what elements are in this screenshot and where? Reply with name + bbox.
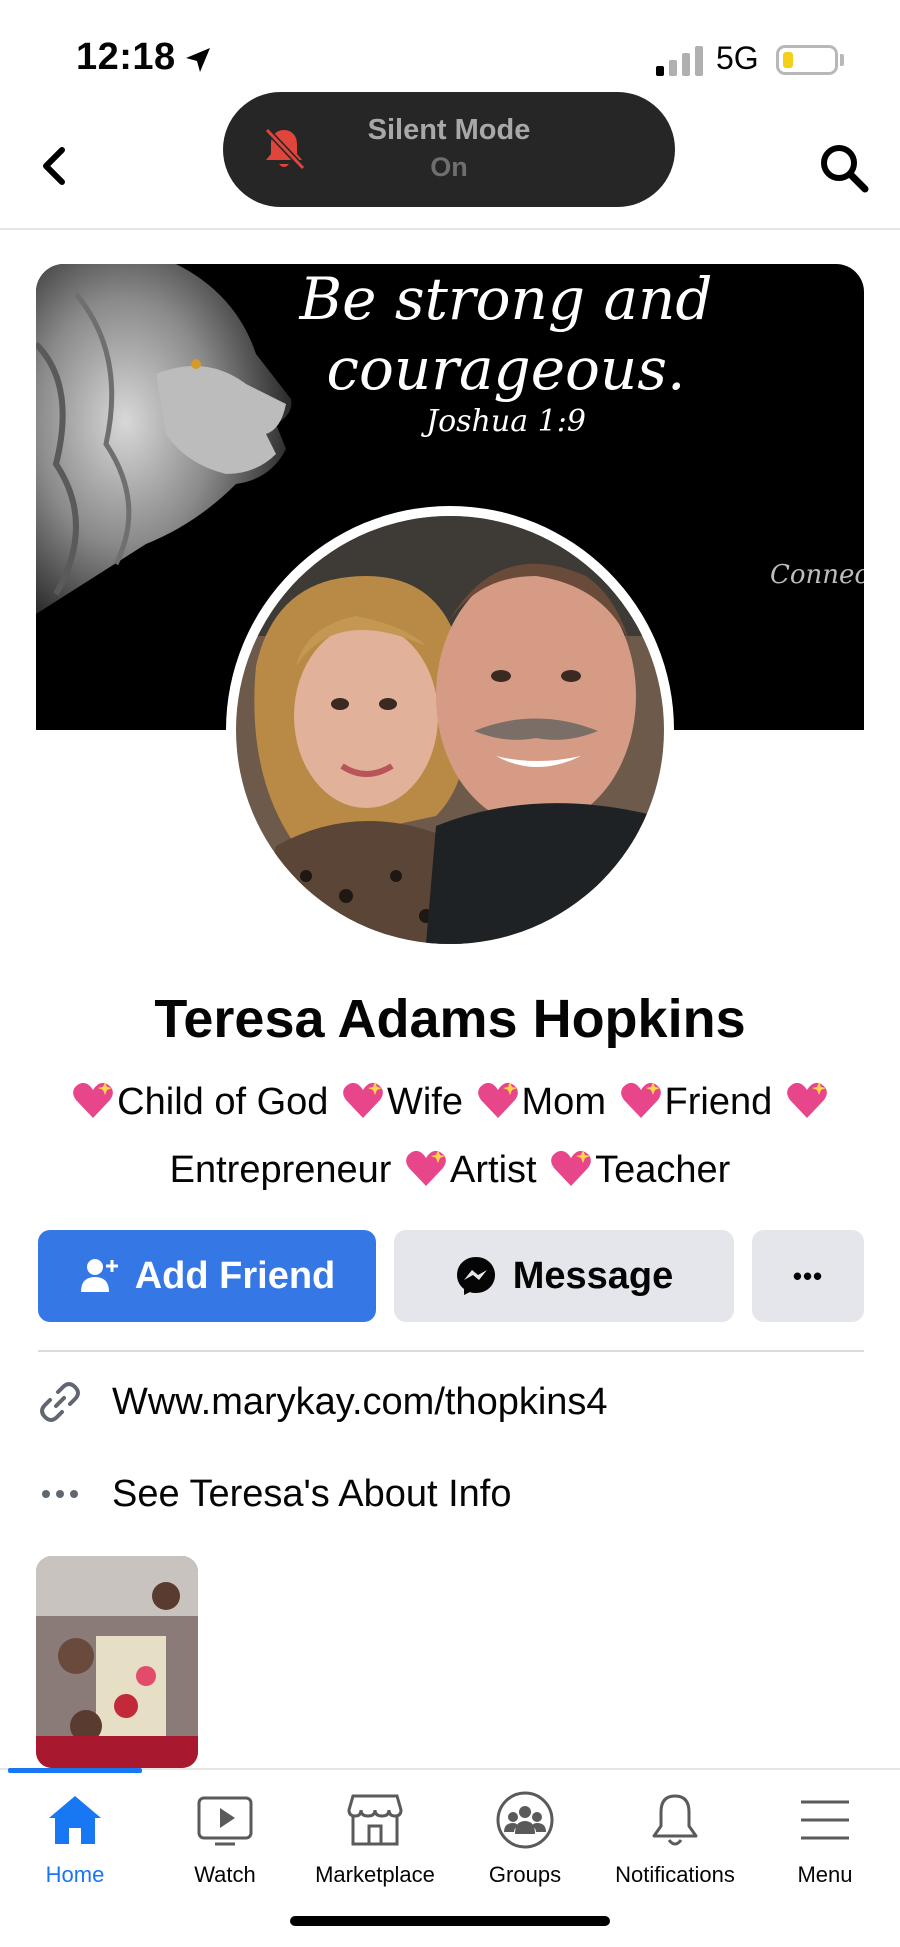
cover-reference: Joshua 1:9 [426,404,586,439]
add-friend-label: Add Friend [134,1254,336,1297]
cover-signature: Connect [770,560,864,590]
bio-item: Friend [664,1081,773,1123]
actions-divider [38,1350,864,1352]
tab-home[interactable]: Home [0,1790,150,1900]
about-info-row[interactable]: See Teresa's About Info [38,1464,864,1524]
profile-photo [236,516,664,944]
sparkling-heart-icon [620,1082,661,1118]
sparkling-heart-icon [406,1150,446,1186]
sparkling-heart-icon [343,1082,383,1118]
tab-notifications[interactable]: Notifications [600,1790,750,1900]
cover-quote-line1: Be strong and [299,265,713,333]
website-row[interactable]: Www.marykay.com/thopkins4 [38,1372,864,1432]
photo-image [36,1556,198,1768]
cover-quote: Be strong and courageous. [256,264,756,404]
tab-watch[interactable]: Watch [150,1790,300,1900]
more-options-button[interactable]: ••• [752,1230,864,1322]
marketplace-icon [347,1794,403,1846]
tab-label: Watch [194,1862,256,1887]
bio-item: Mom [521,1081,606,1123]
groups-icon [496,1791,554,1849]
watch-icon [197,1796,253,1846]
sparkling-heart-icon [551,1150,592,1186]
tab-menu[interactable]: Menu [750,1790,900,1900]
about-info-link[interactable]: See Teresa's About Info [112,1473,512,1516]
more-icon: ••• [792,1260,824,1291]
tab-label: Menu [797,1862,853,1887]
menu-icon [801,1800,849,1840]
bell-icon [652,1794,698,1846]
back-icon[interactable] [36,142,72,190]
tab-label: Groups [488,1862,562,1887]
network-label: 5G [716,40,759,76]
home-icon [49,1796,101,1844]
sparkling-heart-icon [73,1082,114,1118]
tab-groups[interactable]: Groups [450,1790,600,1900]
add-person-icon [80,1259,118,1292]
message-label: Message [512,1254,674,1297]
tab-marketplace[interactable]: Marketplace [300,1790,450,1900]
home-indicator [290,1916,610,1926]
messenger-icon [456,1257,495,1295]
search-icon[interactable] [818,142,870,194]
bio-item: Child of God [117,1081,329,1123]
website-link[interactable]: Www.marykay.com/thopkins4 [112,1381,608,1424]
profile-name: Teresa Adams Hopkins [154,989,746,1049]
header-divider [0,228,900,230]
tab-label: Marketplace [315,1862,435,1887]
silent-mode-title: Silent Mode [367,114,531,146]
bio-item: Artist [450,1149,537,1191]
ellipsis-icon [42,1490,78,1498]
sparkling-heart-icon [786,1082,827,1118]
add-friend-button[interactable]: Add Friend [38,1230,376,1322]
silent-mode-state: On [430,152,468,182]
message-button[interactable]: Message [394,1230,734,1322]
bio-item: Entrepreneur [169,1149,392,1191]
sparkling-heart-icon [477,1082,518,1118]
bio-item: Wife [386,1081,463,1123]
tab-label: Notifications [615,1862,735,1887]
status-time: 12:18 [76,36,176,78]
tab-label: Home [45,1862,105,1887]
location-arrow-icon [186,48,210,72]
battery-icon [776,45,838,75]
signal-icon [656,46,703,76]
active-tab-indicator [8,1768,142,1773]
cover-quote-line2: courageous. [326,335,686,403]
photo-thumbnail[interactable] [36,1556,198,1768]
profile-bio: Child of God Wife Mom Friend Entrepreneu… [40,1068,860,1204]
bio-item: Teacher [595,1149,731,1191]
avatar[interactable] [226,506,674,954]
link-icon [40,1382,80,1422]
silent-mode-banner: Silent Mode On [223,92,675,207]
